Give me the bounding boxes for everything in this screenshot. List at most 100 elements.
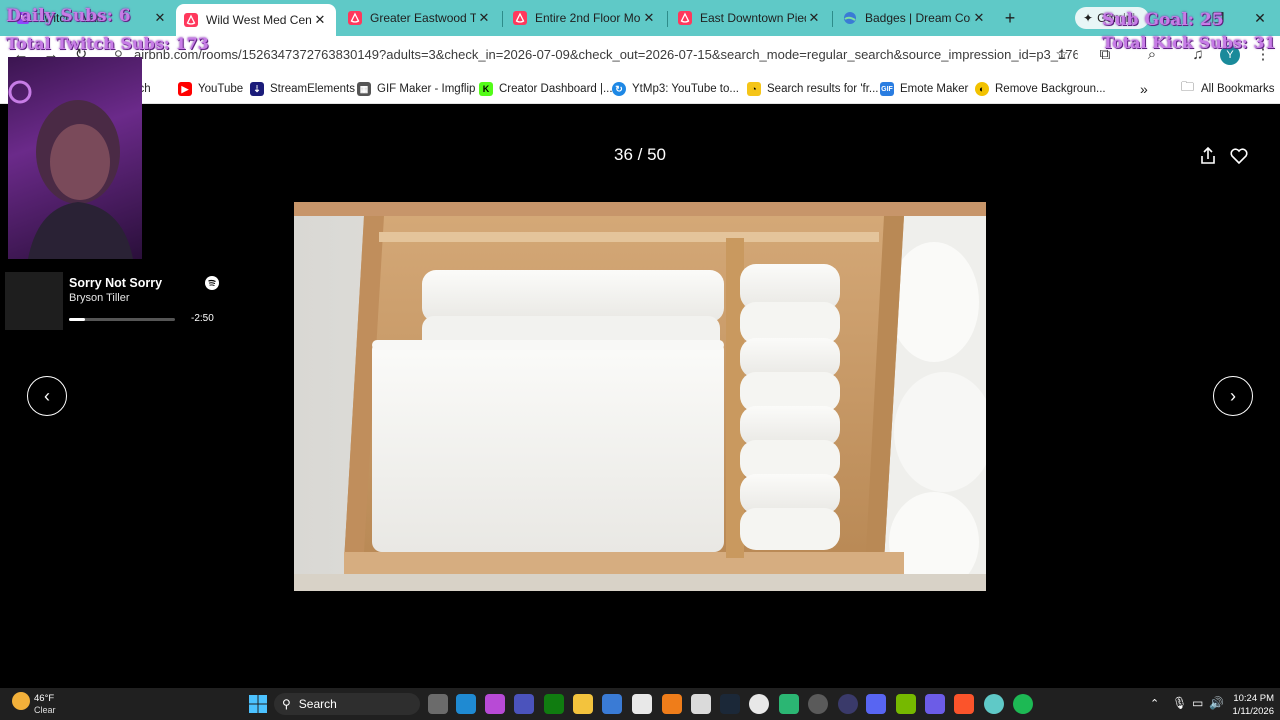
close-icon[interactable]: ✕ [806, 10, 822, 26]
bookmark-emote-maker[interactable]: GIF Emote Maker [880, 79, 968, 99]
bookmark-streamelements[interactable]: ⇣ StreamElements [250, 79, 355, 99]
progress-fill [69, 318, 85, 321]
new-tab-button[interactable]: + [998, 7, 1022, 29]
discord-icon[interactable] [866, 694, 886, 714]
tab-wild-west-med-center[interactable]: Wild West Med Center ✕ [176, 4, 336, 36]
copilot-icon[interactable] [485, 694, 505, 714]
bookmark-star-icon[interactable]: ☆ [1051, 44, 1073, 66]
weather-temp: 46°F [34, 693, 55, 704]
spotify-taskbar-icon[interactable] [1013, 694, 1033, 714]
close-icon[interactable]: ✕ [152, 10, 168, 26]
airbnb-icon [513, 11, 527, 25]
app-icon-purple[interactable] [925, 694, 945, 714]
airbnb-icon [184, 13, 198, 27]
bookmark-ytmp3[interactable]: ↻ YtMp3: YouTube to... [612, 79, 739, 99]
obs-icon[interactable] [808, 694, 828, 714]
snipping-tool-icon[interactable] [691, 694, 711, 714]
bookmark-label: Remove Backgroun... [995, 83, 1106, 95]
edge-icon[interactable] [456, 694, 476, 714]
share-icon[interactable] [1197, 145, 1219, 167]
url-text: airbnb.com/rooms/1526347372763830149?adu… [134, 47, 1078, 62]
bookmark-label: Creator Dashboard |... [499, 83, 613, 95]
chrome-icon[interactable] [749, 694, 769, 714]
bookmark-youtube[interactable]: ▶ YouTube [178, 79, 243, 99]
nvidia-icon[interactable] [896, 694, 916, 714]
search-icon: ⚲ [282, 697, 291, 711]
close-icon[interactable]: ✕ [312, 12, 328, 28]
all-bookmarks-button[interactable]: 🗀 All Bookmarks [1181, 79, 1275, 99]
airbnb-icon [348, 11, 362, 25]
windows-start-icon[interactable] [248, 694, 268, 714]
ytmp3-icon: ↻ [612, 82, 626, 96]
bookmark-label: StreamElements [270, 83, 356, 95]
close-window-button[interactable]: ✕ [1250, 8, 1270, 28]
bookmark-imgflip[interactable]: ▦ GIF Maker - Imgflip [357, 79, 475, 99]
app-icon-circle[interactable] [838, 694, 858, 714]
total-kick-subs-overlay: Total Kick Subs: 31 [1102, 33, 1276, 52]
next-photo-button[interactable]: › [1213, 376, 1253, 416]
chevron-right-icon: › [1230, 385, 1236, 406]
kick-icon: K [479, 82, 493, 96]
all-bookmarks-label: All Bookmarks [1201, 83, 1275, 95]
weather-icon[interactable] [12, 692, 30, 710]
weather-desc: Clear [34, 705, 56, 715]
sub-goal-overlay: Sub Goal: 25 [1102, 10, 1224, 30]
listing-photo [294, 202, 994, 592]
time-remaining: -2:50 [191, 313, 214, 324]
xbox-icon[interactable] [544, 694, 564, 714]
brave-icon[interactable] [954, 694, 974, 714]
tab-greater-eastwood[interactable]: Greater Eastwood Trip ✕ [340, 4, 500, 32]
total-twitch-subs-overlay: Total Twitch Subs: 173 [6, 34, 209, 53]
globe-icon [843, 11, 857, 25]
bookmark-remove-background[interactable]: ◐ Remove Backgroun... [975, 79, 1106, 99]
youtube-icon: ▶ [178, 82, 192, 96]
progress-track [69, 318, 175, 321]
notepad-icon[interactable] [632, 694, 652, 714]
tab-east-downtown[interactable]: East Downtown Pied-à ✕ [670, 4, 830, 32]
file-explorer-icon[interactable] [573, 694, 593, 714]
ms-store-icon[interactable] [602, 694, 622, 714]
removebg-icon: ◐ [975, 82, 989, 96]
tab-entire-2nd-floor[interactable]: Entire 2nd Floor Mont ✕ [505, 4, 665, 32]
bookmark-label: YtMp3: YouTube to... [632, 83, 739, 95]
bookmark-label: Search results for 'fr... [767, 83, 879, 95]
close-icon[interactable]: ✕ [971, 10, 987, 26]
tab-label: Badges | Dream Conve [865, 11, 971, 25]
app-icon-green[interactable] [779, 694, 799, 714]
bookmark-creator-dashboard[interactable]: K Creator Dashboard |... [479, 79, 613, 99]
tray-chevron-icon[interactable]: ⌃ [1150, 697, 1159, 710]
tab-label: Wild West Med Center [206, 13, 312, 27]
spotify-now-playing: Sorry Not Sorry Bryson Tiller -2:50 [5, 271, 225, 331]
folder-icon: 🗀 [1181, 79, 1195, 94]
clock-date[interactable]: 1/11/2026 [1222, 706, 1274, 717]
bookmark-search-results[interactable]: ◔ Search results for 'fr... [747, 79, 879, 99]
close-icon[interactable]: ✕ [476, 10, 492, 26]
tab-label: Greater Eastwood Trip [370, 11, 476, 25]
close-icon[interactable]: ✕ [641, 10, 657, 26]
more-bookmarks-button[interactable]: » [1140, 79, 1148, 99]
bookmark-label: YouTube [198, 83, 244, 95]
previous-photo-button[interactable]: ‹ [27, 376, 67, 416]
bookmark-label: GIF Maker - Imgflip [377, 83, 476, 95]
address-bar[interactable]: ⚲ airbnb.com/rooms/1526347372763830149?a… [108, 41, 1078, 69]
tab-badges[interactable]: Badges | Dream Conve ✕ [835, 4, 995, 32]
artist-name: Bryson Tiller [69, 292, 130, 304]
task-view-icon[interactable] [428, 694, 448, 714]
microphone-icon[interactable]: 🎙 [1172, 696, 1187, 710]
chevron-left-icon: ‹ [44, 385, 50, 406]
spotify-icon [205, 276, 219, 290]
chrome-profile-icon[interactable] [984, 694, 1004, 714]
clock-time[interactable]: 10:24 PM [1222, 693, 1274, 704]
album-art [5, 272, 63, 330]
search-placeholder: Search [298, 697, 337, 711]
taskbar-search[interactable]: ⚲ Search [274, 693, 420, 715]
tab-separator [667, 11, 668, 27]
network-icon[interactable]: ▭ [1192, 696, 1203, 710]
webcam-overlay [8, 57, 142, 259]
heart-icon[interactable] [1228, 145, 1250, 167]
imgflip-icon: ▦ [357, 82, 371, 96]
bookmark-label: Emote Maker [900, 83, 969, 95]
teams-icon[interactable] [514, 694, 534, 714]
steam-icon[interactable] [720, 694, 740, 714]
app-icon[interactable] [662, 694, 682, 714]
